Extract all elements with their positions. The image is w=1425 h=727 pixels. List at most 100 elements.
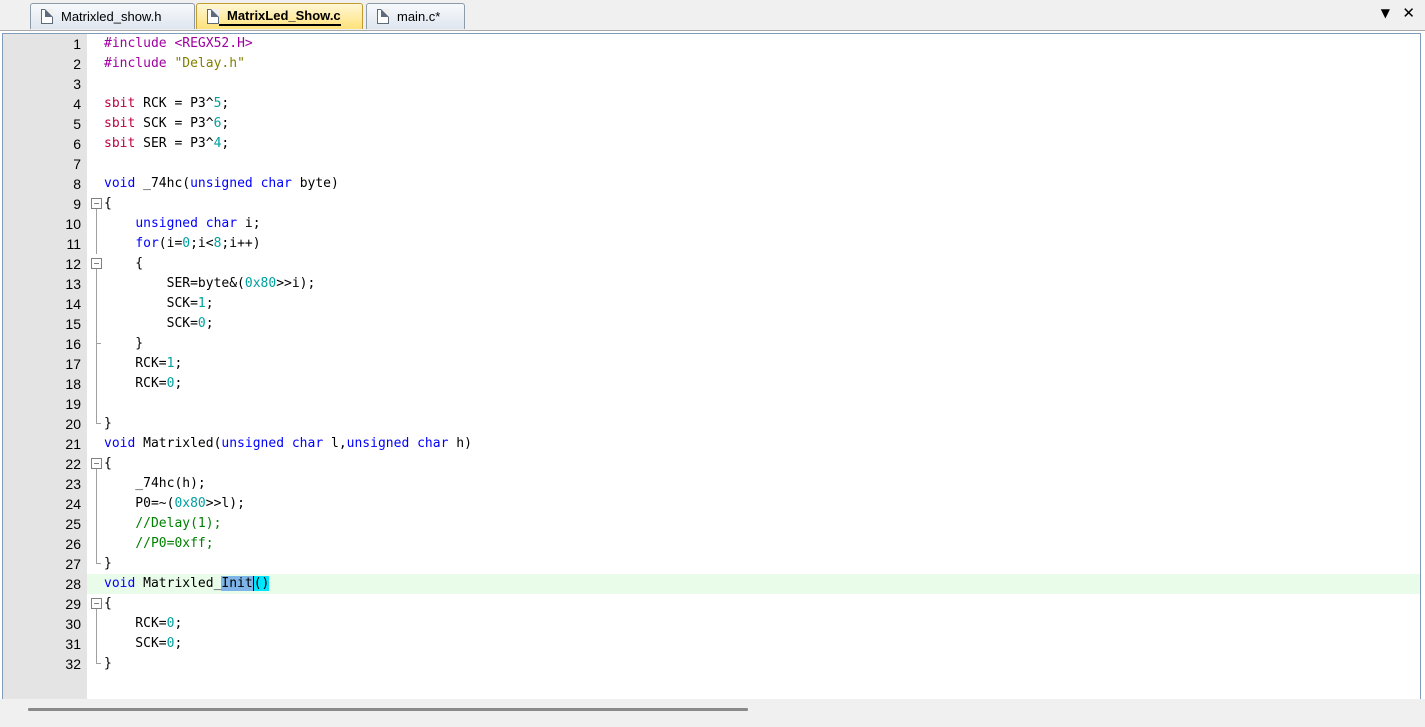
code-line[interactable]: 30 RCK=0; <box>3 614 1420 634</box>
code-line[interactable]: 1 #include <REGX52.H> <box>3 34 1420 54</box>
fold-guide <box>91 414 103 434</box>
code-line[interactable]: 28 void Matrixled_Init() <box>3 574 1420 594</box>
code-text: RCK=1; <box>104 356 183 371</box>
tab-matrixled-show-c[interactable]: MatrixLed_Show.c <box>196 3 363 29</box>
code-text: { <box>104 596 112 611</box>
tab-label: main.c* <box>397 9 441 24</box>
tab-label: Matrixled_show.h <box>61 9 162 24</box>
code-text: SER=byte&(0x80>>i); <box>104 276 316 291</box>
line-number: 21 <box>65 436 81 452</box>
fold-guide <box>91 514 103 534</box>
fold-guide <box>91 534 103 554</box>
fold-toggle-icon[interactable] <box>91 594 103 614</box>
code-line[interactable]: 32} <box>3 654 1420 674</box>
line-number: 24 <box>65 496 81 512</box>
code-line[interactable]: 3 <box>3 74 1420 94</box>
code-line[interactable]: 15 SCK=0; <box>3 314 1420 334</box>
code-line[interactable]: 10 unsigned char i; <box>3 214 1420 234</box>
code-text: { <box>104 196 112 211</box>
fold-toggle-icon[interactable] <box>91 194 103 214</box>
fold-guide <box>91 314 103 334</box>
code-line[interactable]: 12 { <box>3 254 1420 274</box>
code-text: RCK=0; <box>104 616 183 631</box>
code-line[interactable]: 17 RCK=1; <box>3 354 1420 374</box>
tab-label: MatrixLed_Show.c <box>219 8 341 26</box>
line-number: 6 <box>73 136 81 152</box>
code-editor[interactable]: 1 #include <REGX52.H> 2 #include "Delay.h" 3… <box>2 33 1421 699</box>
line-number: 25 <box>65 516 81 532</box>
fold-guide <box>91 174 103 194</box>
fold-toggle-icon[interactable] <box>91 254 103 274</box>
line-number: 13 <box>65 276 81 292</box>
code-line[interactable]: 6 sbit SER = P3^4; <box>3 134 1420 154</box>
code-line[interactable]: 31 SCK=0; <box>3 634 1420 654</box>
code-line[interactable]: 21 void Matrixled(unsigned char l,unsigne… <box>3 434 1420 454</box>
fold-guide <box>91 374 103 394</box>
code-line[interactable]: 27} <box>3 554 1420 574</box>
code-line[interactable]: 19 <box>3 394 1420 414</box>
code-line[interactable]: 5 sbit SCK = P3^6; <box>3 114 1420 134</box>
chevron-down-icon[interactable]: ▼ <box>1381 6 1390 20</box>
code-text: } <box>104 556 112 571</box>
code-line[interactable]: 13 SER=byte&(0x80>>i); <box>3 274 1420 294</box>
code-line[interactable]: 14 SCK=1; <box>3 294 1420 314</box>
code-text: P0=~(0x80>>l); <box>104 496 245 511</box>
fold-guide <box>91 394 103 414</box>
code-line[interactable]: 8 void _74hc(unsigned char byte) <box>3 174 1420 194</box>
tab-main-c[interactable]: main.c* <box>366 3 465 29</box>
line-number: 31 <box>65 636 81 652</box>
code-line[interactable]: 26 //P0=0xff; <box>3 534 1420 554</box>
fold-guide <box>91 334 103 354</box>
line-number: 20 <box>65 416 81 432</box>
code-line[interactable]: 24 P0=~(0x80>>l); <box>3 494 1420 514</box>
code-line[interactable]: 20} <box>3 414 1420 434</box>
code-line[interactable]: 22 { <box>3 454 1420 474</box>
line-number: 1 <box>73 36 81 52</box>
code-text: void _74hc(unsigned char byte) <box>104 176 339 191</box>
code-text: #include "Delay.h" <box>104 56 245 71</box>
code-line[interactable]: 7 <box>3 154 1420 174</box>
code-line[interactable]: 11 for(i=0;i<8;i++) <box>3 234 1420 254</box>
line-number: 8 <box>73 176 81 192</box>
line-number: 11 <box>66 236 81 252</box>
line-number: 19 <box>65 396 81 412</box>
code-line[interactable]: 4 sbit RCK = P3^5; <box>3 94 1420 114</box>
file-icon <box>41 9 53 24</box>
fold-guide <box>91 54 103 74</box>
line-number: 18 <box>65 376 81 392</box>
code-text: unsigned char i; <box>135 216 261 231</box>
code-text: sbit SER = P3^4; <box>104 136 230 151</box>
line-number: 23 <box>65 476 81 492</box>
tab-matrixled-show-h[interactable]: Matrixled_show.h <box>30 3 195 29</box>
fold-guide <box>91 94 103 114</box>
code-line[interactable]: 2 #include "Delay.h" <box>3 54 1420 74</box>
horizontal-scrollbar[interactable] <box>0 699 1425 727</box>
line-number: 28 <box>65 576 81 592</box>
code-line[interactable]: 29 { <box>3 594 1420 614</box>
code-text: void Matrixled(unsigned char l,unsigned … <box>104 436 472 451</box>
code-line[interactable]: 16 } <box>3 334 1420 354</box>
fold-guide <box>91 474 103 494</box>
fold-guide <box>91 634 103 654</box>
fold-guide <box>91 654 103 674</box>
fold-guide <box>91 114 103 134</box>
code-line[interactable]: 25 //Delay(1); <box>3 514 1420 534</box>
code-line[interactable]: 23 _74hc(h); <box>3 474 1420 494</box>
code-area[interactable]: 1 #include <REGX52.H> 2 #include "Delay.h" 3… <box>3 34 1420 674</box>
code-text: } <box>104 336 144 351</box>
line-number: 27 <box>65 556 81 572</box>
line-number: 15 <box>65 316 81 332</box>
code-text: #include <REGX52.H> <box>104 36 253 51</box>
code-text: //P0=0xff; <box>135 536 214 551</box>
scrollbar-thumb[interactable] <box>28 708 748 711</box>
close-icon[interactable]: ✕ <box>1402 4 1415 22</box>
line-number: 12 <box>65 256 81 272</box>
fold-guide <box>91 34 103 54</box>
line-number: 32 <box>65 656 81 672</box>
line-number: 10 <box>65 216 81 232</box>
code-line[interactable]: 18 RCK=0; <box>3 374 1420 394</box>
fold-guide <box>91 74 103 94</box>
fold-toggle-icon[interactable] <box>91 454 103 474</box>
fold-guide <box>91 214 103 234</box>
code-line[interactable]: 9{ <box>3 194 1420 214</box>
